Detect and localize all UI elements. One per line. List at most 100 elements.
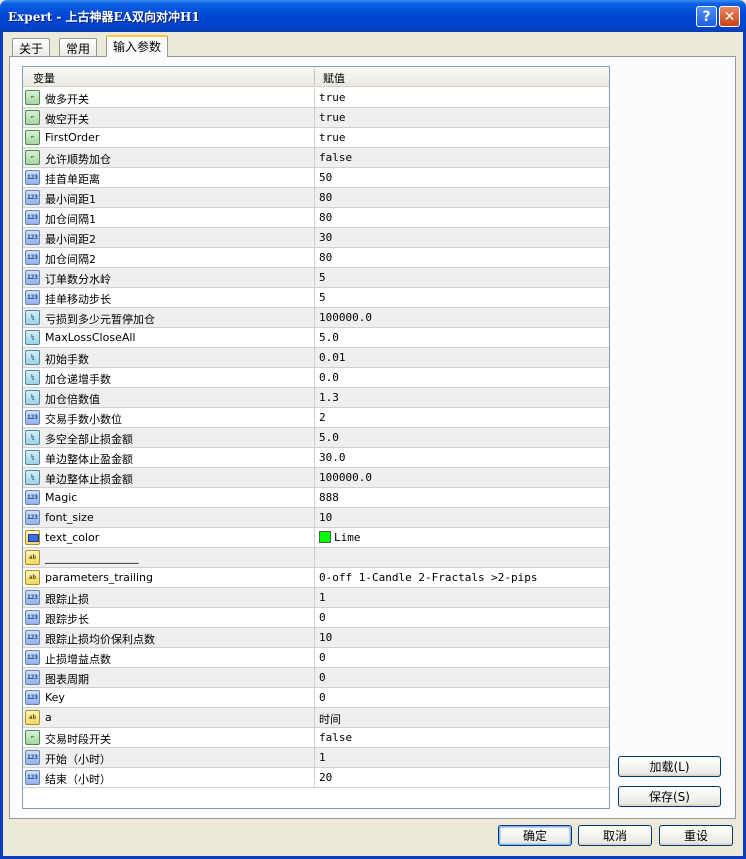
- parameter-value[interactable]: 2: [319, 411, 326, 424]
- column-header-value[interactable]: 赋值: [323, 70, 345, 86]
- parameter-name: a: [45, 711, 52, 724]
- parameter-value[interactable]: 80: [319, 251, 332, 264]
- parameter-row[interactable]: 123 跟踪止损均价保利点数 10: [23, 628, 609, 648]
- parameter-value[interactable]: 100000.0: [319, 311, 372, 324]
- parameter-value[interactable]: false: [319, 731, 352, 744]
- parameter-value[interactable]: 0: [319, 611, 326, 624]
- parameter-value[interactable]: 0-off 1-Candle 2-Fractals >2-pips: [319, 571, 538, 584]
- parameter-value[interactable]: 30: [319, 231, 332, 244]
- cancel-button[interactable]: 取消: [578, 825, 652, 846]
- parameter-row[interactable]: 123 挂首单距离 50: [23, 168, 609, 188]
- parameter-row[interactable]: ½ 单边整体止损金额 100000.0: [23, 468, 609, 488]
- ok-button[interactable]: 确定: [498, 825, 572, 846]
- close-icon[interactable]: ✕: [719, 6, 740, 27]
- parameter-row[interactable]: 123 结束（小时） 20: [23, 768, 609, 788]
- double-type-icon: ½: [25, 450, 40, 465]
- parameter-value[interactable]: 80: [319, 211, 332, 224]
- parameter-row[interactable]: 123 加仓间隔1 80: [23, 208, 609, 228]
- parameter-row[interactable]: 123 止损增益点数 0: [23, 648, 609, 668]
- parameter-name: 交易手数小数位: [45, 413, 122, 426]
- grid-header: 变量 赋值: [23, 67, 609, 87]
- parameter-name: 加仓倍数值: [45, 393, 100, 406]
- parameter-value[interactable]: 20: [319, 771, 332, 784]
- parameter-name: 初始手数: [45, 353, 89, 366]
- parameter-value[interactable]: 100000.0: [319, 471, 372, 484]
- parameter-value[interactable]: 0: [319, 651, 326, 664]
- parameter-row[interactable]: 123 最小间距2 30: [23, 228, 609, 248]
- parameter-row[interactable]: 123 最小间距1 80: [23, 188, 609, 208]
- parameter-value[interactable]: 888: [319, 491, 339, 504]
- parameters-grid[interactable]: 变量 赋值 ⌐ 做多开关 true ⌐ 做空开关 true ⌐ FirstOrder true ⌐…: [22, 66, 610, 809]
- column-divider: [314, 428, 315, 448]
- parameter-value[interactable]: 30.0: [319, 451, 346, 464]
- parameter-value[interactable]: 0: [319, 691, 326, 704]
- parameter-row[interactable]: ab a 时间: [23, 708, 609, 728]
- parameter-row[interactable]: 123 Magic 888: [23, 488, 609, 508]
- parameter-row[interactable]: 123 开始（小时） 1: [23, 748, 609, 768]
- int-type-icon: 123: [25, 190, 40, 205]
- parameter-value[interactable]: false: [319, 151, 352, 164]
- parameter-row[interactable]: 123 订单数分水岭 5: [23, 268, 609, 288]
- parameter-value[interactable]: 50: [319, 171, 332, 184]
- parameter-value[interactable]: 0: [319, 671, 326, 684]
- parameter-row[interactable]: ⌐ 做空开关 true: [23, 108, 609, 128]
- parameter-value[interactable]: 10: [319, 511, 332, 524]
- parameter-name: 止损增益点数: [45, 653, 111, 666]
- parameter-value[interactable]: 1: [319, 591, 326, 604]
- parameter-value[interactable]: Lime: [319, 531, 361, 544]
- parameter-name: FirstOrder: [45, 131, 100, 144]
- parameter-row[interactable]: 123 跟踪止损 1: [23, 588, 609, 608]
- parameter-name: 图表周期: [45, 673, 89, 686]
- parameter-row[interactable]: ½ MaxLossCloseAll 5.0: [23, 328, 609, 348]
- parameter-value[interactable]: 5: [319, 291, 326, 304]
- tab-common[interactable]: 常用: [59, 38, 98, 56]
- parameter-value[interactable]: 1: [319, 751, 326, 764]
- tab-inputs[interactable]: 输入参数: [106, 35, 169, 57]
- parameter-row[interactable]: ⌐ 做多开关 true: [23, 88, 609, 108]
- reset-button[interactable]: 重设: [659, 825, 733, 846]
- load-button[interactable]: 加载(L): [618, 756, 721, 777]
- help-icon[interactable]: ?: [696, 6, 717, 27]
- parameter-value[interactable]: 5.0: [319, 331, 339, 344]
- parameter-row[interactable]: ab _________________: [23, 548, 609, 568]
- parameter-row[interactable]: ½ 单边整体止盈金额 30.0: [23, 448, 609, 468]
- parameter-value[interactable]: true: [319, 131, 346, 144]
- title-bar: Expert - 上古神器EA双向对冲H1 ? ✕: [0, 0, 746, 32]
- parameter-value[interactable]: 80: [319, 191, 332, 204]
- parameter-value[interactable]: 1.3: [319, 391, 339, 404]
- save-button[interactable]: 保存(S): [618, 786, 721, 807]
- column-header-variable[interactable]: 变量: [33, 70, 55, 86]
- parameter-value[interactable]: 5: [319, 271, 326, 284]
- double-type-icon: ½: [25, 350, 40, 365]
- parameter-value[interactable]: 0.0: [319, 371, 339, 384]
- parameter-row[interactable]: 123 交易手数小数位 2: [23, 408, 609, 428]
- column-divider: [314, 248, 315, 268]
- column-divider[interactable]: [314, 69, 315, 85]
- parameter-row[interactable]: ½ 亏损到多少元暂停加仓 100000.0: [23, 308, 609, 328]
- parameter-value[interactable]: 时间: [319, 711, 341, 727]
- parameter-row[interactable]: ½ 加仓递增手数 0.0: [23, 368, 609, 388]
- parameter-row[interactable]: 123 图表周期 0: [23, 668, 609, 688]
- parameter-value[interactable]: 10: [319, 631, 332, 644]
- parameter-row[interactable]: ⌐ FirstOrder true: [23, 128, 609, 148]
- parameter-row[interactable]: 123 挂单移动步长 5: [23, 288, 609, 308]
- parameter-row[interactable]: ⌐ 允许顺势加仓 false: [23, 148, 609, 168]
- parameter-value[interactable]: 0.01: [319, 351, 346, 364]
- tab-about[interactable]: 关于: [12, 38, 51, 56]
- double-type-icon: ½: [25, 390, 40, 405]
- parameter-row[interactable]: 123 Key 0: [23, 688, 609, 708]
- column-divider: [314, 668, 315, 688]
- parameter-value[interactable]: true: [319, 91, 346, 104]
- parameter-value[interactable]: true: [319, 111, 346, 124]
- column-divider: [314, 648, 315, 668]
- parameter-row[interactable]: text_color Lime: [23, 528, 609, 548]
- parameter-row[interactable]: ⌐ 交易时段开关 false: [23, 728, 609, 748]
- parameter-value[interactable]: 5.0: [319, 431, 339, 444]
- parameter-row[interactable]: 123 font_size 10: [23, 508, 609, 528]
- parameter-row[interactable]: ab parameters_trailing 0-off 1-Candle 2-Fr…: [23, 568, 609, 588]
- parameter-row[interactable]: ½ 加仓倍数值 1.3: [23, 388, 609, 408]
- parameter-row[interactable]: ½ 多空全部止损金额 5.0: [23, 428, 609, 448]
- parameter-row[interactable]: ½ 初始手数 0.01: [23, 348, 609, 368]
- parameter-row[interactable]: 123 跟踪步长 0: [23, 608, 609, 628]
- parameter-row[interactable]: 123 加仓间隔2 80: [23, 248, 609, 268]
